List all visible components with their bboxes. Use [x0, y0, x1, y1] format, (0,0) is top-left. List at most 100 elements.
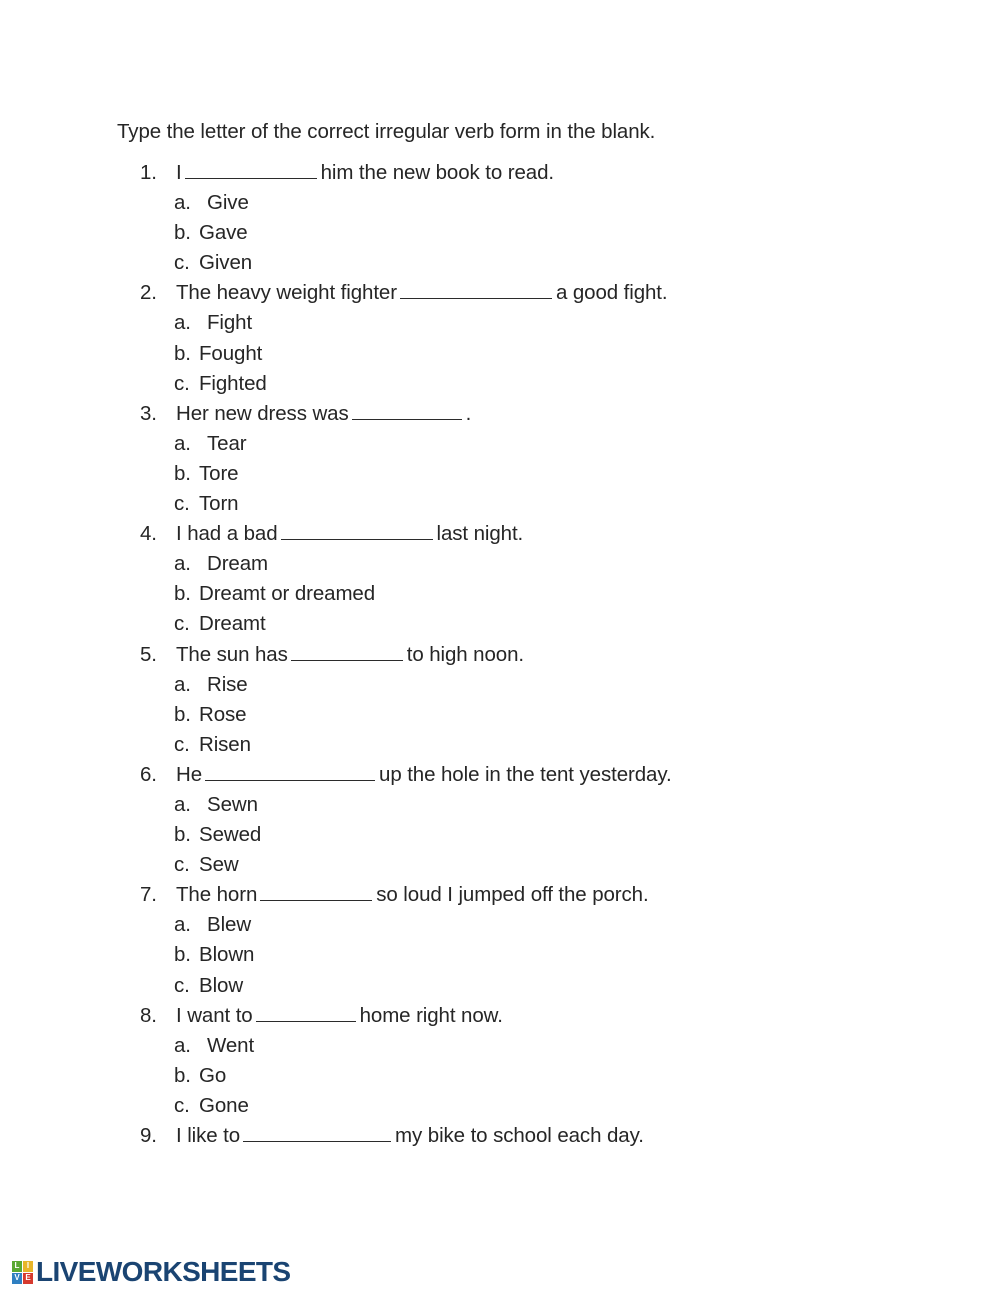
question-text-before-blank: I [176, 161, 182, 184]
option-text: Fought [199, 341, 263, 365]
logo-cell-i: I [23, 1260, 33, 1272]
question-text: Her new dress was. [176, 402, 471, 426]
question-text-after-blank: . [465, 401, 472, 425]
question-text: I want to home right now. [176, 1004, 503, 1028]
logo-cell-v: V [12, 1272, 22, 1284]
answer-option[interactable]: a. Tear [0, 432, 1000, 462]
answer-option[interactable]: a. Dream [0, 552, 1000, 582]
answer-blank[interactable] [255, 1004, 356, 1022]
liveworksheets-branding: LIVE LIVEWORKSHEETS [12, 1258, 291, 1286]
option-text: Tear [207, 431, 247, 455]
answer-option[interactable]: b. Fought [0, 342, 1000, 372]
question-block: 5. The sun has to high noon. a. Rise b. Rose c.… [0, 643, 1000, 763]
question-line: 5. The sun has to high noon. [0, 643, 1000, 673]
option-text: Dreamt [199, 612, 266, 636]
question-block: 8. I want to home right now. a. Went b. Go c. Go… [0, 1004, 1000, 1124]
question-number: 4. [140, 522, 157, 546]
answer-blank[interactable] [243, 1124, 392, 1142]
option-text: Given [199, 251, 253, 275]
answer-option[interactable]: c. Sew [0, 853, 1000, 883]
option-text: Go [199, 1063, 227, 1087]
liveworksheets-logo-icon: LIVE [12, 1260, 33, 1284]
answer-option[interactable]: a. Fight [0, 311, 1000, 341]
question-line: 1. Ihim the new book to read. [0, 161, 1000, 191]
question-line: 8. I want to home right now. [0, 1004, 1000, 1034]
question-text-after-blank: to high noon. [406, 642, 524, 666]
question-text-before-blank: He [176, 762, 203, 786]
answer-option[interactable]: b. Rose [0, 703, 1000, 733]
option-text: Fighted [199, 371, 267, 395]
option-letter: c. [174, 853, 190, 877]
question-text-after-blank: so loud I jumped off the porch. [376, 883, 649, 907]
option-text: Went [207, 1033, 255, 1057]
option-letter: b. [174, 582, 191, 606]
option-letter: c. [174, 371, 190, 395]
answer-blank[interactable] [351, 402, 462, 420]
option-text: Tore [199, 461, 239, 485]
answer-option[interactable]: a. Blew [0, 913, 1000, 943]
question-text: The horn so loud I jumped off the porch. [176, 883, 649, 907]
question-line: 2. The heavy weight fighter a good fight. [0, 281, 1000, 311]
option-letter: b. [174, 461, 191, 485]
answer-option[interactable]: a. Rise [0, 673, 1000, 703]
question-number: 2. [140, 281, 157, 305]
question-text-before-blank: The sun has [176, 642, 288, 666]
answer-blank[interactable] [290, 643, 403, 661]
answer-blank[interactable] [399, 281, 552, 300]
option-letter: b. [174, 341, 191, 365]
answer-option[interactable]: a. Sewn [0, 793, 1000, 823]
question-text-before-blank: The horn [176, 883, 258, 907]
answer-option[interactable]: c. Gone [0, 1094, 1000, 1124]
question-block: 3. Her new dress was. a. Tear b. Tore c. Torn [0, 402, 1000, 522]
option-letter: a. [174, 431, 191, 455]
question-text: The sun has to high noon. [176, 643, 524, 667]
question-line: 9. I like to my bike to school each day. [0, 1124, 1000, 1154]
answer-option[interactable]: a. Went [0, 1034, 1000, 1064]
question-number: 8. [140, 1003, 157, 1027]
answer-option[interactable]: b. Dreamt or dreamed [0, 582, 1000, 612]
answer-option[interactable]: b. Tore [0, 462, 1000, 492]
answer-option[interactable]: c. Given [0, 251, 1000, 281]
option-letter: b. [174, 1063, 191, 1087]
question-block: 2. The heavy weight fighter a good fight. a… [0, 281, 1000, 401]
answer-option[interactable]: b. Blown [0, 943, 1000, 973]
answer-option[interactable]: b. Sewed [0, 823, 1000, 853]
answer-option[interactable]: c. Risen [0, 733, 1000, 763]
question-text-after-blank: him the new book to read. [320, 161, 554, 184]
option-letter: b. [174, 823, 191, 847]
option-letter: c. [174, 612, 190, 636]
option-letter: a. [174, 311, 191, 335]
answer-blank[interactable] [280, 522, 433, 541]
answer-option[interactable]: b. Go [0, 1064, 1000, 1094]
answer-option[interactable]: a. Give [0, 191, 1000, 221]
answer-blank[interactable] [260, 883, 373, 902]
question-number: 9. [140, 1124, 157, 1147]
option-text: Blow [199, 973, 244, 997]
question-text-before-blank: I want to [176, 1003, 253, 1027]
option-text: Sew [199, 853, 239, 877]
question-block: 6. He up the hole in the tent yesterday. a.… [0, 763, 1000, 883]
answer-option[interactable]: c. Fighted [0, 372, 1000, 402]
question-line: 3. Her new dress was. [0, 402, 1000, 432]
question-text-before-blank: Her new dress was [176, 401, 349, 425]
question-number: 7. [140, 883, 157, 907]
worksheet-page: Type the letter of the correct irregular… [0, 0, 1000, 1291]
option-text: Sewed [199, 823, 262, 847]
question-text: Ihim the new book to read. [176, 161, 554, 185]
question-text-before-blank: I like to [176, 1124, 241, 1147]
option-text: Rose [199, 702, 247, 726]
option-text: Dream [207, 552, 269, 576]
question-block: 7. The horn so loud I jumped off the porch… [0, 883, 1000, 1003]
question-text: I like to my bike to school each day. [176, 1124, 644, 1148]
question-number: 5. [140, 642, 157, 666]
answer-option[interactable]: b. Gave [0, 221, 1000, 251]
answer-blank[interactable] [205, 763, 376, 781]
answer-option[interactable]: c. Dreamt [0, 612, 1000, 642]
question-text-after-blank: home right now. [359, 1003, 503, 1027]
option-text: Gave [199, 221, 248, 245]
answer-option[interactable]: c. Blow [0, 974, 1000, 1004]
logo-cell-e: E [23, 1272, 33, 1284]
option-letter: c. [174, 251, 190, 275]
answer-blank[interactable] [184, 161, 317, 179]
answer-option[interactable]: c. Torn [0, 492, 1000, 522]
